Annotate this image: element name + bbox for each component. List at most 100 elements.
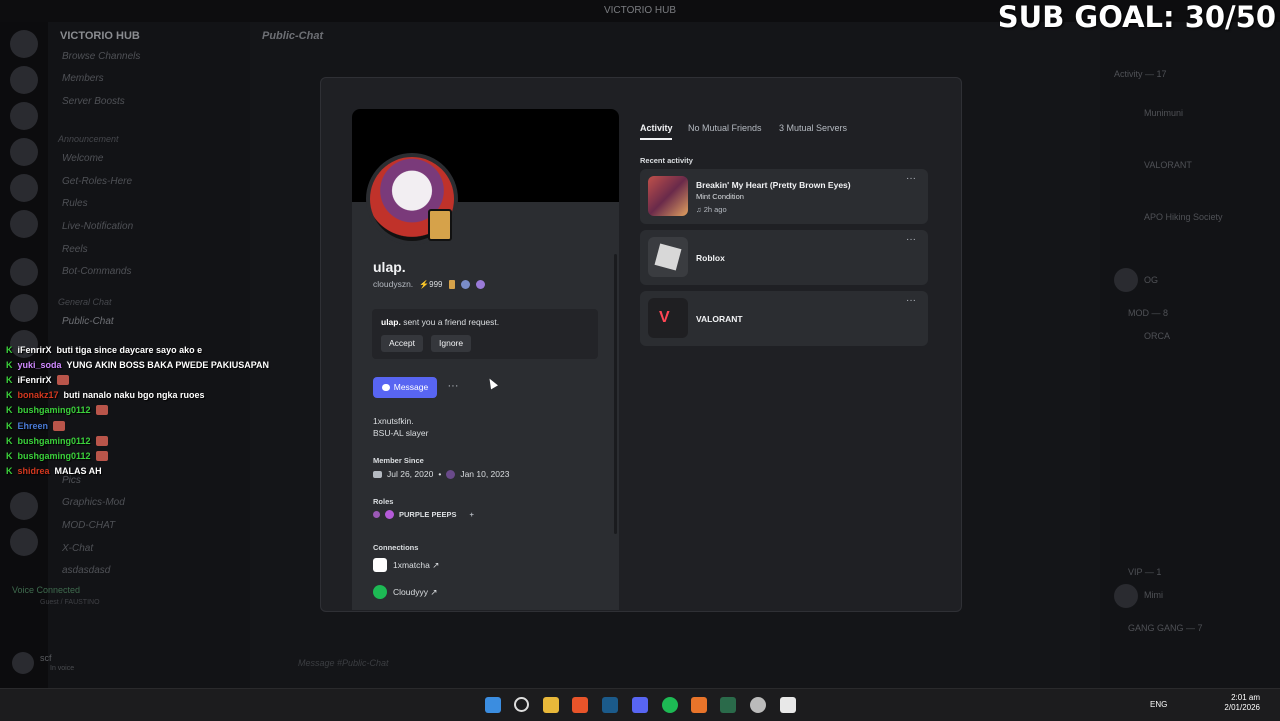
server-icon[interactable] bbox=[10, 492, 38, 520]
accept-button[interactable]: Accept bbox=[381, 335, 423, 352]
device-badge-icon bbox=[448, 279, 455, 289]
member-item[interactable]: Munimuni bbox=[1144, 108, 1183, 118]
tab-mutual-friends[interactable]: No Mutual Friends bbox=[688, 123, 762, 133]
tab-underline bbox=[640, 138, 672, 140]
emote-icon bbox=[56, 374, 69, 385]
channel-title: Public-Chat bbox=[262, 30, 324, 42]
category-general[interactable]: General Chat bbox=[58, 297, 112, 307]
connections-heading: Connections bbox=[373, 543, 419, 552]
obs-icon[interactable] bbox=[750, 697, 766, 713]
avatar[interactable] bbox=[1114, 584, 1138, 608]
activity-title: Roblox bbox=[696, 253, 725, 263]
server-icon[interactable] bbox=[10, 66, 38, 94]
channel-public-chat[interactable]: Public-Chat bbox=[62, 316, 114, 327]
message-button-label: Message bbox=[393, 382, 429, 392]
channel-item[interactable]: Live-Notification bbox=[62, 221, 133, 232]
channel-item[interactable]: MOD-CHAT bbox=[62, 520, 115, 531]
voice-connected-status: Voice Connected bbox=[12, 585, 81, 595]
k-icon: K bbox=[6, 359, 13, 370]
avatar[interactable] bbox=[1114, 268, 1138, 292]
clock[interactable]: 2:01 am 2/01/2026 bbox=[1210, 693, 1260, 713]
message-button[interactable]: Message bbox=[373, 377, 437, 398]
more-icon[interactable]: ··· bbox=[906, 173, 916, 184]
more-options-button[interactable]: ··· bbox=[444, 379, 462, 397]
server-join-date: Jan 10, 2023 bbox=[460, 469, 510, 479]
k-icon: K bbox=[6, 344, 13, 355]
member-item[interactable]: Mimi bbox=[1144, 590, 1163, 600]
channel-item[interactable]: Graphics-Mod bbox=[62, 497, 125, 508]
search-icon[interactable] bbox=[514, 697, 529, 712]
stream-chat-message: Kbushgaming0112 bbox=[6, 433, 266, 448]
server-icon[interactable] bbox=[10, 174, 38, 202]
chat-username: bonakz17 bbox=[17, 390, 59, 401]
voice-channel-name: Guest / FAUSTINO bbox=[40, 599, 100, 606]
channel-boosts[interactable]: Server Boosts bbox=[62, 96, 125, 107]
chat-text: buti tiga since daycare sayo ako e bbox=[56, 344, 203, 355]
boost-badge-icon bbox=[475, 279, 485, 289]
server-name[interactable]: VICTORIO HUB bbox=[60, 30, 140, 42]
more-icon[interactable]: ··· bbox=[906, 295, 916, 306]
message-input[interactable]: Message #Public-Chat bbox=[298, 658, 389, 668]
chat-username: shidrea bbox=[17, 466, 50, 477]
channel-item[interactable]: Reels bbox=[62, 244, 88, 255]
app-icon[interactable] bbox=[720, 697, 736, 713]
scrollbar[interactable] bbox=[614, 254, 617, 534]
more-icon[interactable]: ··· bbox=[906, 234, 916, 245]
member-item[interactable]: OG bbox=[1144, 275, 1158, 285]
member-item[interactable]: APO Hiking Society bbox=[1144, 212, 1223, 222]
member-item[interactable]: VALORANT bbox=[1144, 160, 1192, 170]
activity-card[interactable]: Breakin' My Heart (Pretty Brown Eyes) Mi… bbox=[640, 169, 928, 224]
k-icon: K bbox=[6, 435, 13, 446]
start-icon[interactable] bbox=[485, 697, 501, 713]
chat-username: Ehreen bbox=[17, 420, 49, 431]
spotify-icon[interactable] bbox=[662, 697, 678, 713]
activity-card[interactable]: Roblox ··· bbox=[640, 230, 928, 285]
channel-item[interactable]: Bot-Commands bbox=[62, 266, 131, 277]
chat-username: iFenrirX bbox=[17, 374, 52, 385]
channel-item[interactable]: Welcome bbox=[62, 153, 104, 164]
server-icon[interactable] bbox=[10, 528, 38, 556]
member-category: VIP — 1 bbox=[1128, 567, 1162, 577]
avatar[interactable] bbox=[12, 652, 34, 674]
file-explorer-icon[interactable] bbox=[543, 697, 559, 713]
friend-request-box: ulap. sent you a friend request. Accept … bbox=[372, 309, 598, 359]
server-icon[interactable] bbox=[10, 210, 38, 238]
steam-icon[interactable] bbox=[602, 697, 618, 713]
server-icon[interactable] bbox=[10, 294, 38, 322]
bio-line: 1xnutsfkin. bbox=[373, 416, 414, 426]
chat-username: iFenrirX bbox=[17, 344, 52, 355]
channel-item[interactable]: asdasdasd bbox=[62, 565, 110, 576]
channel-browse[interactable]: Browse Channels bbox=[62, 51, 140, 62]
stream-chat-message: Kbonakz17 buti nanalo naku bgo ngka ruoes bbox=[6, 388, 266, 403]
tab-activity[interactable]: Activity bbox=[640, 123, 673, 133]
server-icon[interactable] bbox=[10, 138, 38, 166]
activity-subtitle: Mint Condition bbox=[696, 192, 744, 201]
app-icon[interactable] bbox=[691, 697, 707, 713]
channel-members[interactable]: Members bbox=[62, 73, 104, 84]
stream-chat-overlay: KiFenrirX buti tiga since daycare sayo ak… bbox=[6, 342, 269, 479]
connection-name: 1xmatcha ↗ bbox=[393, 559, 440, 570]
brave-icon[interactable] bbox=[572, 697, 588, 713]
ignore-button[interactable]: Ignore bbox=[431, 335, 472, 352]
stream-chat-message: KiFenrirX bbox=[6, 372, 266, 387]
tab-mutual-servers[interactable]: 3 Mutual Servers bbox=[779, 123, 847, 133]
phone-icon bbox=[428, 209, 452, 241]
friend-request-message: sent you a friend request. bbox=[400, 317, 500, 327]
activity-card[interactable]: V VALORANT ··· bbox=[640, 291, 928, 346]
channel-item[interactable]: Rules bbox=[62, 198, 88, 209]
category-announcement[interactable]: Announcement bbox=[58, 134, 119, 144]
language-indicator[interactable]: ENG bbox=[1150, 700, 1167, 709]
add-role-icon[interactable]: + bbox=[470, 510, 474, 519]
discord-join-date: Jul 26, 2020 bbox=[387, 469, 434, 479]
discord-icon[interactable] bbox=[632, 697, 648, 713]
server-icon[interactable] bbox=[10, 102, 38, 130]
connection-item[interactable]: 1xmatcha ↗ bbox=[373, 558, 439, 572]
channel-item[interactable]: Get-Roles-Here bbox=[62, 176, 132, 187]
server-icon[interactable] bbox=[10, 30, 38, 58]
channel-item[interactable]: X-Chat bbox=[62, 543, 93, 554]
member-item[interactable]: ORCA bbox=[1144, 331, 1170, 341]
separator-dot: • bbox=[438, 469, 442, 479]
app-icon[interactable] bbox=[780, 697, 796, 713]
server-icon[interactable] bbox=[10, 258, 38, 286]
connection-item[interactable]: Cloudyyy ↗ bbox=[373, 585, 437, 599]
